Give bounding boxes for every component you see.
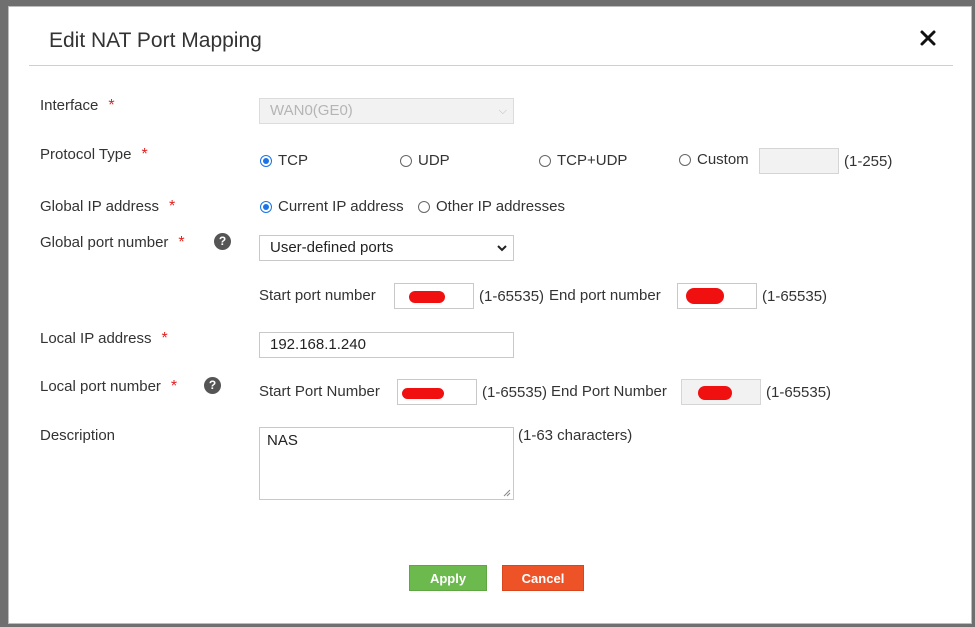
local-ip-label: Local IP address * — [40, 330, 168, 347]
required-mark: * — [161, 330, 168, 347]
resize-grip-icon[interactable] — [503, 489, 511, 497]
apply-button[interactable]: Apply — [409, 565, 487, 591]
radio-icon — [539, 154, 551, 167]
required-mark: * — [178, 234, 185, 251]
protocol-tcp-radio[interactable]: TCP — [260, 152, 308, 169]
radio-selected-icon — [260, 154, 272, 167]
interface-select[interactable]: WAN0(GE0) ⌵ — [259, 98, 514, 124]
local-end-port-input[interactable] — [681, 379, 761, 405]
dialog-title: Edit NAT Port Mapping — [49, 29, 262, 52]
local-ip-input[interactable]: 192.168.1.240 — [259, 332, 514, 358]
description-textarea[interactable]: NAS — [259, 427, 514, 500]
chevron-down-icon — [497, 245, 507, 252]
close-icon — [920, 30, 936, 46]
cancel-button[interactable]: Cancel — [502, 565, 584, 591]
global-end-port-range: (1-65535) — [762, 288, 828, 305]
required-mark: * — [168, 198, 176, 215]
edit-nat-dialog: Edit NAT Port Mapping Interface * WAN0(GE… — [8, 6, 972, 624]
interface-label: Interface * — [40, 97, 115, 114]
other-ip-radio[interactable]: Other IP addresses — [418, 198, 565, 215]
required-mark: * — [141, 146, 148, 163]
local-end-port-range: (1-65535) — [766, 384, 832, 401]
help-icon[interactable]: ? — [204, 377, 221, 394]
chevron-down-icon: ⌵ — [498, 105, 507, 117]
global-start-port-range: (1-65535) — [479, 288, 545, 305]
local-end-port-label: End Port Number — [551, 383, 667, 400]
redaction-mark — [698, 386, 732, 400]
current-ip-radio[interactable]: Current IP address — [260, 198, 404, 215]
global-port-label: Global port number * — [40, 234, 185, 251]
global-port-select[interactable]: User-defined ports — [259, 235, 514, 261]
custom-protocol-input[interactable] — [759, 148, 839, 174]
title-divider — [29, 65, 953, 66]
protocol-label: Protocol Type * — [40, 146, 148, 163]
custom-protocol-range: (1-255) — [844, 153, 893, 170]
protocol-custom-radio[interactable]: Custom — [679, 151, 749, 168]
description-label: Description — [40, 427, 116, 444]
radio-selected-icon — [260, 200, 272, 213]
protocol-tcpudp-radio[interactable]: TCP+UDP — [539, 152, 627, 169]
help-icon[interactable]: ? — [214, 233, 231, 250]
local-start-port-range: (1-65535) — [482, 384, 548, 401]
redaction-mark — [686, 288, 724, 304]
redaction-mark — [409, 291, 445, 303]
close-button[interactable] — [915, 25, 941, 51]
radio-icon — [400, 154, 412, 167]
global-end-port-input[interactable] — [677, 283, 757, 309]
protocol-udp-radio[interactable]: UDP — [400, 152, 450, 169]
description-hint: (1-63 characters) — [518, 427, 633, 444]
local-port-label: Local port number * — [40, 378, 178, 395]
global-start-port-input[interactable] — [394, 283, 474, 309]
global-ip-label: Global IP address * — [40, 198, 176, 215]
redaction-mark — [402, 388, 444, 399]
global-end-port-label: End port number — [549, 287, 661, 304]
radio-icon — [679, 153, 691, 166]
radio-icon — [418, 200, 430, 213]
local-start-port-label: Start Port Number — [259, 383, 380, 400]
required-mark: * — [108, 97, 115, 114]
required-mark: * — [170, 378, 178, 395]
local-start-port-input[interactable] — [397, 379, 477, 405]
global-start-port-label: Start port number — [259, 287, 376, 304]
